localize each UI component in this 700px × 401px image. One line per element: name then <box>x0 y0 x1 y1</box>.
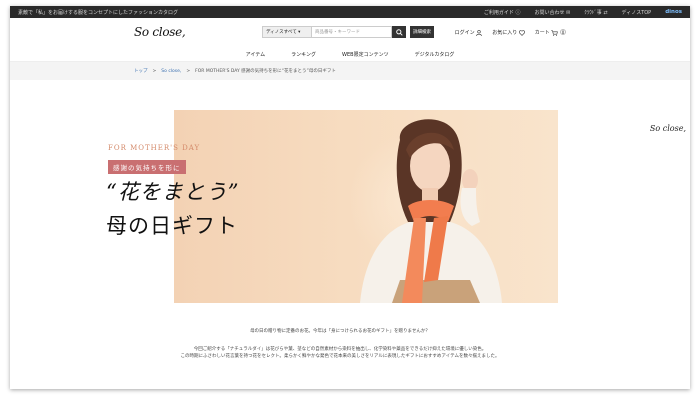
guide-link[interactable]: ご利用ガイド ⓘ <box>484 9 521 16</box>
cloud-link[interactable]: ｸﾗｳﾄﾞ事 ⇄ <box>584 9 607 16</box>
user-icon <box>476 29 482 36</box>
cart-link[interactable]: カート 0 <box>535 29 566 36</box>
cart-label: カート <box>534 30 550 36</box>
top-bar: 素敵で「私」をお届けする服をコンセプトにしたファッションカタログ ご利用ガイド … <box>10 6 690 18</box>
cart-icon <box>551 29 559 36</box>
side-brand-logo: So close, <box>649 124 686 133</box>
breadcrumb-separator: > <box>186 68 191 74</box>
breadcrumb-brand[interactable]: So close, <box>161 69 181 74</box>
intro-lead: 母の日の贈り物に定番のお花。今年は「身につけられるお花のギフト」を贈りませんか？ <box>250 329 430 334</box>
hero-title-line2: 母の日ギフト <box>106 214 238 238</box>
search-bar: ディノスすべて ▾ 商品番号・キーワード 詳細検索 <box>262 26 434 38</box>
intro-body-line1: 今回ご紹介する「ナチュラルダイ」は花びらや葉、茎などの自然素材から染料を抽出し、… <box>193 347 487 352</box>
breadcrumb-current: FOR MOTHER'S DAY 感謝の気持ちを形に“花をまとう”母の日ギフト <box>195 69 336 74</box>
heart-icon <box>518 29 525 36</box>
main-nav: アイテム ランキング WEB限定コンテンツ デジタルカタログ <box>10 48 690 62</box>
site-logo[interactable]: So close, <box>134 25 186 39</box>
dinos-logo-text: dinos <box>665 9 682 15</box>
detail-search-button[interactable]: 詳細検索 <box>410 26 434 38</box>
nav-item-items[interactable]: アイテム <box>246 51 266 58</box>
favorites-link[interactable]: お気に入り <box>492 29 525 36</box>
hero-tag: 感謝の気持ちを形に <box>108 160 186 174</box>
intro-body-line2: この時期にふさわしい花言葉を持つ花をセレクト。柔らかく鮮やかな発色で花本来の美し… <box>180 354 500 359</box>
header-actions: ログイン お気に入り カート 0 <box>455 29 566 36</box>
favorites-label: お気に入り <box>492 30 518 36</box>
breadcrumb-top[interactable]: トップ <box>134 68 148 74</box>
breadcrumb-separator: > <box>152 68 157 74</box>
site-header: So close, ディノスすべて ▾ 商品番号・キーワード 詳細検索 ログイン <box>10 18 690 48</box>
model-photo <box>360 119 502 303</box>
search-category-select[interactable]: ディノスすべて ▾ <box>262 26 312 38</box>
nav-item-web-content[interactable]: WEB限定コンテンツ <box>342 51 389 58</box>
promo-text: 素敵で「私」をお届けする服をコンセプトにしたファッションカタログ <box>18 9 179 16</box>
cart-count-badge: 0 <box>560 29 566 35</box>
breadcrumb: トップ > So close, > FOR MOTHER'S DAY 感謝の気持… <box>10 62 690 80</box>
dinos-top-link[interactable]: ディノスTOP <box>622 9 652 16</box>
dinos-logo[interactable]: dinos <box>665 9 682 15</box>
hero-title-line1: “花をまとう” <box>106 180 240 204</box>
hero-subtitle: FOR MOTHER'S DAY <box>108 144 201 152</box>
search-icon <box>395 28 403 36</box>
top-links: ご利用ガイド ⓘ お問い合わせ ✉ ｸﾗｳﾄﾞ事 ⇄ ディノスTOP dinos <box>484 9 682 16</box>
search-input[interactable]: 商品番号・キーワード <box>312 26 392 38</box>
nav-item-ranking[interactable]: ランキング <box>291 51 316 58</box>
contact-link[interactable]: お問い合わせ ✉ <box>534 9 570 16</box>
search-button[interactable] <box>392 26 406 38</box>
nav-item-digital-catalog[interactable]: デジタルカタログ <box>415 51 455 58</box>
intro-body: 今回ご紹介する「ナチュラルダイ」は花びらや葉、茎などの自然素材から染料を抽出し、… <box>0 346 680 360</box>
login-label: ログイン <box>454 30 475 36</box>
login-link[interactable]: ログイン <box>455 29 483 36</box>
